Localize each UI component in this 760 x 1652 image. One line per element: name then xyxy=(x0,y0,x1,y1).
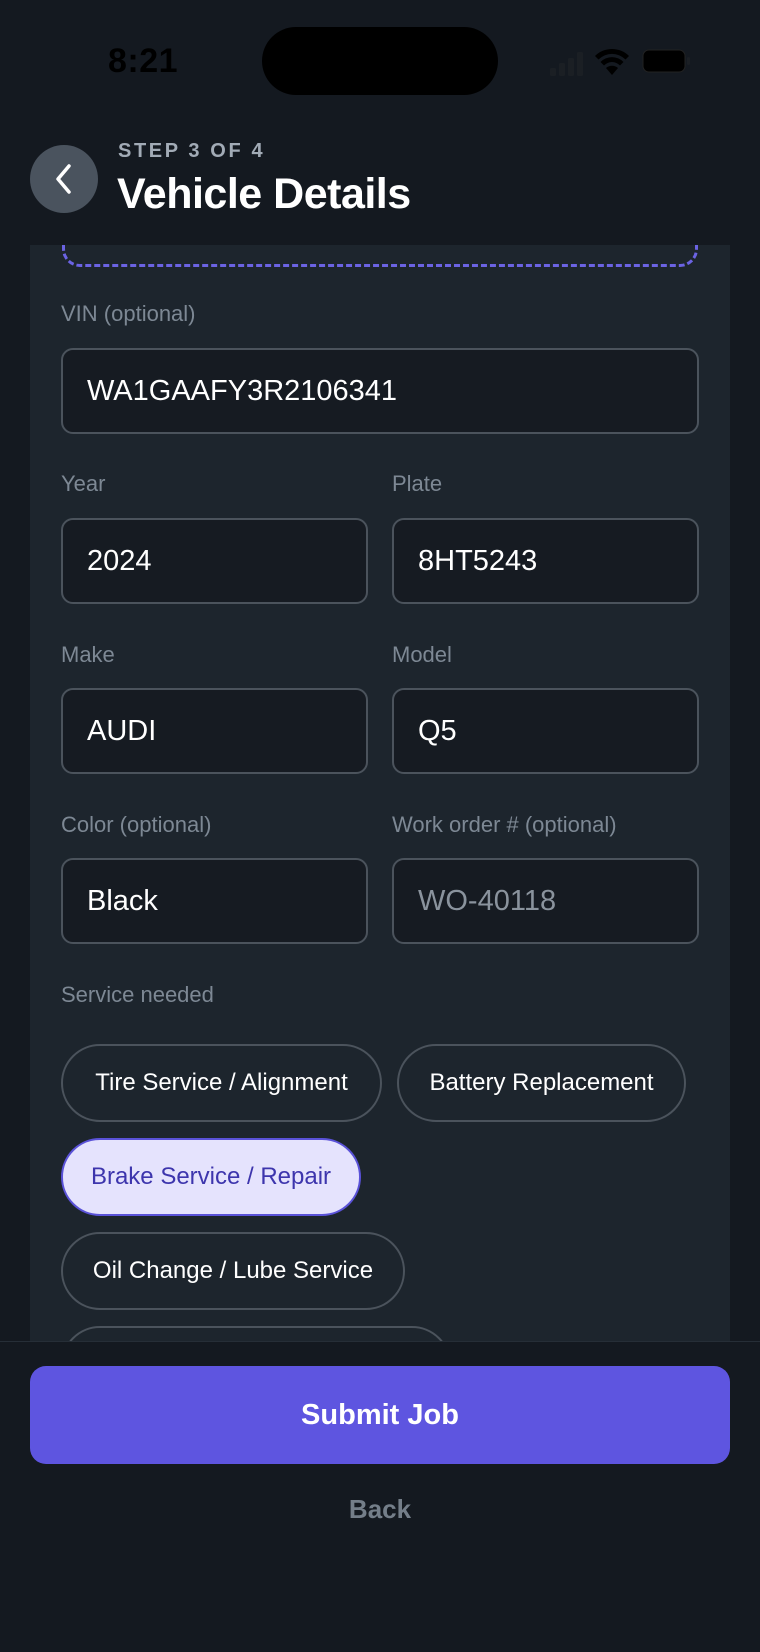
make-field[interactable]: AUDI xyxy=(61,688,368,774)
service-chip-tire[interactable]: Tire Service / Alignment xyxy=(61,1044,382,1122)
service-needed-label: Service needed xyxy=(61,982,214,1007)
status-time: 8:21 xyxy=(108,42,179,80)
vin-label: VIN (optional) xyxy=(61,301,196,326)
year-label: Year xyxy=(61,471,106,496)
service-chip-battery[interactable]: Battery Replacement xyxy=(397,1044,686,1122)
back-link[interactable]: Back xyxy=(0,1494,760,1525)
vehicle-form-card: VIN (optional) WA1GAAFY3R2106341 Year 20… xyxy=(30,245,730,1341)
year-field[interactable]: 2024 xyxy=(61,518,368,604)
submit-job-button[interactable]: Submit Job xyxy=(30,1366,730,1464)
service-chip-oil[interactable]: Oil Change / Lube Service xyxy=(61,1232,405,1310)
color-label: Color (optional) xyxy=(61,812,212,837)
plate-label: Plate xyxy=(392,471,443,496)
wifi-icon xyxy=(595,48,629,75)
back-chevron-icon xyxy=(56,164,71,194)
color-field[interactable]: Black xyxy=(61,858,368,944)
vin-field[interactable]: WA1GAAFY3R2106341 xyxy=(61,348,699,434)
status-bar: 8:21 xyxy=(0,0,760,120)
make-label: Make xyxy=(61,642,115,667)
model-field[interactable]: Q5 xyxy=(392,688,699,774)
plate-field[interactable]: 8HT5243 xyxy=(392,518,699,604)
work-order-label: Work order # (optional) xyxy=(392,812,617,837)
service-chip-partial[interactable] xyxy=(61,1326,451,1341)
page-title: Vehicle Details xyxy=(117,170,411,218)
photo-dropzone[interactable] xyxy=(62,245,698,267)
service-chip-brake[interactable]: Brake Service / Repair xyxy=(61,1138,361,1216)
dynamic-island xyxy=(262,27,498,95)
step-indicator: STEP 3 OF 4 xyxy=(118,140,266,162)
header: STEP 3 OF 4 Vehicle Details xyxy=(0,130,760,240)
footer: Submit Job Back xyxy=(0,1341,760,1652)
back-button[interactable] xyxy=(30,145,98,213)
work-order-field[interactable]: WO-40118 xyxy=(392,858,699,944)
model-label: Model xyxy=(392,642,452,667)
battery-icon xyxy=(642,49,690,73)
signal-icon xyxy=(550,52,583,76)
